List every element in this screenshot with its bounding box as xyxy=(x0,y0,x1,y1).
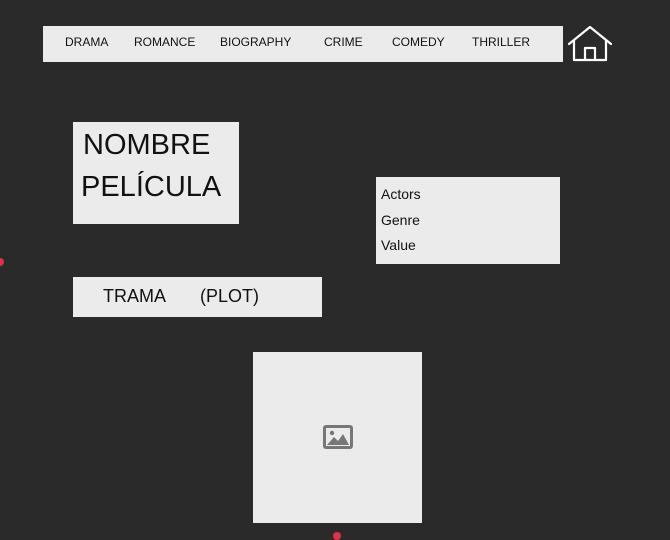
decoration-dot xyxy=(0,258,4,266)
movie-poster xyxy=(253,352,422,523)
image-placeholder-icon xyxy=(323,425,353,449)
info-genre: Genre xyxy=(381,212,420,228)
home-icon xyxy=(567,25,613,62)
nav-item-romance[interactable]: ROMANCE xyxy=(134,26,195,62)
nav-item-crime[interactable]: CRIME xyxy=(324,26,363,62)
nav-item-biography[interactable]: BIOGRAPHY xyxy=(220,26,291,62)
info-value: Value xyxy=(381,237,416,253)
plot-box: TRAMA (PLOT) xyxy=(73,277,322,317)
home-button[interactable] xyxy=(566,24,614,64)
plot-label: TRAMA xyxy=(103,286,166,306)
movie-title-line1: NOMBRE xyxy=(83,129,211,161)
nav-item-comedy[interactable]: COMEDY xyxy=(392,26,445,62)
nav-item-drama[interactable]: DRAMA xyxy=(65,26,108,62)
nav-item-thriller[interactable]: THRILLER xyxy=(472,26,530,62)
info-actors: Actors xyxy=(381,186,421,202)
plot-sublabel: (PLOT) xyxy=(200,286,260,306)
movie-title-line2: PELÍCULA xyxy=(81,171,222,203)
decoration-dot xyxy=(333,532,341,540)
movie-title-box: NOMBRE PELÍCULA xyxy=(73,122,239,224)
movie-info-box: Actors Genre Value xyxy=(376,177,560,264)
genre-navbar: DRAMA ROMANCE BIOGRAPHY CRIME COMEDY THR… xyxy=(43,26,563,62)
